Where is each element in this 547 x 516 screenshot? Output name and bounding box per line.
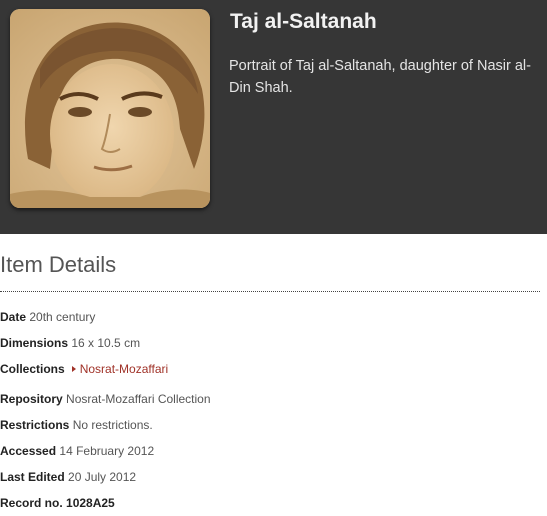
item-description: Portrait of Taj al-Saltanah, daughter of… <box>229 58 531 96</box>
section-divider <box>0 291 540 292</box>
dimensions-label: Dimensions <box>0 336 69 350</box>
detail-row-collections: Collections Nosrat-Mozaffari <box>0 362 168 376</box>
last-edited-value: 20 July 2012 <box>68 470 137 484</box>
accessed-value: 14 February 2012 <box>59 444 155 458</box>
record-label: Record no. <box>0 496 63 510</box>
date-value: 20th century <box>29 310 96 324</box>
detail-row-last-edited: Last Edited 20 July 2012 <box>0 470 136 484</box>
detail-row-date: Date 20th century <box>0 310 95 324</box>
detail-row-dimensions: Dimensions 16 x 10.5 cm <box>0 336 140 350</box>
repository-label: Repository <box>0 392 63 406</box>
detail-row-restrictions: Restrictions No restrictions. <box>0 418 153 432</box>
detail-row-accessed: Accessed 14 February 2012 <box>0 444 154 458</box>
caret-right-icon <box>71 366 76 373</box>
dimensions-value: 16 x 10.5 cm <box>71 336 141 350</box>
date-label: Date <box>0 310 27 324</box>
portrait-photo[interactable] <box>10 9 210 208</box>
restrictions-label: Restrictions <box>0 418 70 432</box>
detail-row-record: Record no. 1028A25 <box>0 496 115 510</box>
detail-row-repository: Repository Nosrat-Mozaffari Collection <box>0 392 211 406</box>
record-value: 1028A25 <box>66 496 115 510</box>
last-edited-label: Last Edited <box>0 470 65 484</box>
repository-value: Nosrat-Mozaffari Collection <box>66 392 211 406</box>
item-title: Taj al-Saltanah <box>230 10 377 33</box>
portrait-image <box>10 9 210 208</box>
item-details-heading: Item Details <box>0 252 117 277</box>
restrictions-value: No restrictions. <box>72 418 153 432</box>
item-header: Taj al-Saltanah Portrait of Taj al-Salta… <box>0 0 547 234</box>
accessed-label: Accessed <box>0 444 57 458</box>
collection-link[interactable]: Nosrat-Mozaffari <box>80 362 168 376</box>
collections-label: Collections <box>0 362 65 376</box>
